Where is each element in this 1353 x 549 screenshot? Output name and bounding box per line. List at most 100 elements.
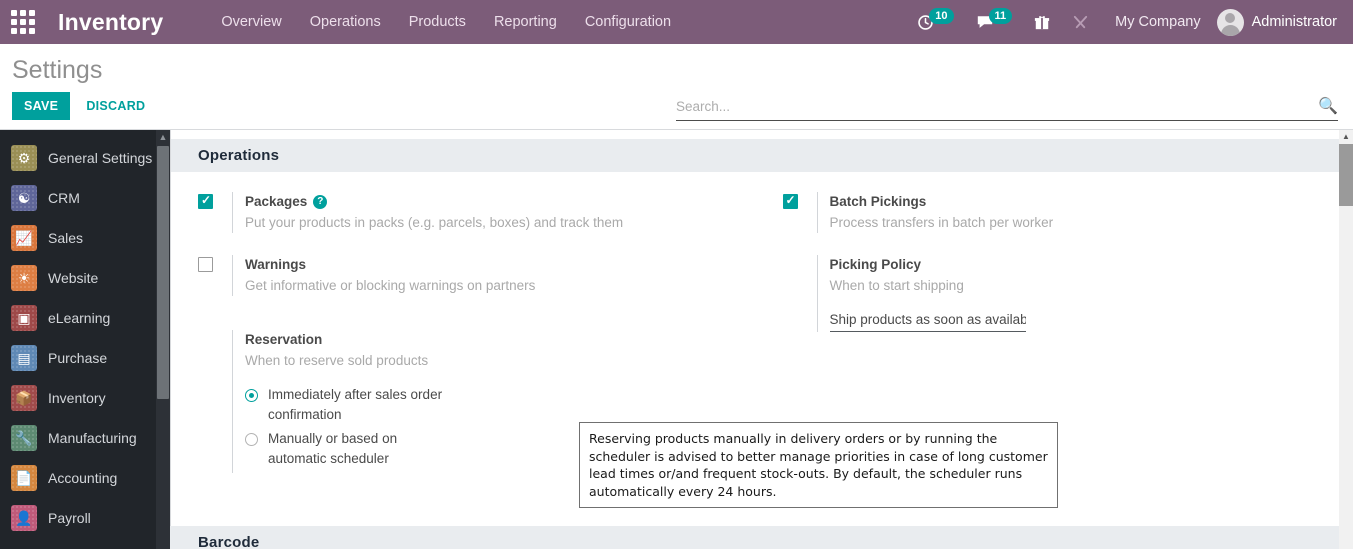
warnings-title: Warnings	[245, 257, 307, 272]
activities-count-badge: 10	[929, 8, 954, 24]
picking-policy-select[interactable]: Ship products as soon as available When …	[829, 310, 1026, 332]
reservation-tooltip: Reserving products manually in delivery …	[579, 422, 1058, 508]
sidebar-item-general-settings[interactable]: ⚙ General Settings	[0, 138, 170, 178]
sidebar-scrollbar-thumb[interactable]	[157, 146, 169, 399]
reservation-option-immediate[interactable]: Immediately after sales order confirmati…	[245, 385, 755, 425]
sidebar-item-website[interactable]: ☀ Website	[0, 258, 170, 298]
section-header-operations: Operations	[170, 139, 1339, 172]
sidebar-item-label: eLearning	[48, 310, 111, 326]
section-header-barcode: Barcode	[170, 526, 1339, 549]
sidebar-item-accounting[interactable]: 📄 Accounting	[0, 458, 170, 498]
user-avatar-icon	[1216, 8, 1244, 36]
topbar-right-tools: 10 11 My Company Administrator	[907, 0, 1353, 44]
apps-grid-icon[interactable]	[0, 0, 46, 44]
sidebar-item-label: CRM	[48, 190, 80, 206]
packages-title: Packages	[245, 194, 308, 209]
control-panel: Settings SAVE DISCARD 🔍	[0, 44, 1353, 130]
packages-checkbox[interactable]	[198, 192, 213, 209]
warnings-title-row: Warnings	[245, 255, 755, 274]
menu-item-operations[interactable]: Operations	[296, 1, 395, 43]
packages-title-row: Packages ?	[245, 192, 755, 211]
user-menu[interactable]: Administrator	[1216, 8, 1343, 36]
settings-app-sidebar: ⚙ General Settings ☯ CRM 📈 Sales ☀ Websi…	[0, 130, 170, 549]
sidebar-item-purchase[interactable]: ▤ Purchase	[0, 338, 170, 378]
handshake-icon: ☯	[11, 185, 37, 211]
user-name-label: Administrator	[1251, 14, 1337, 30]
discard-button[interactable]: DISCARD	[76, 92, 155, 120]
content-scrollbar[interactable]: ▲	[1339, 130, 1353, 549]
sidebar-item-label: General Settings	[48, 150, 153, 166]
content-scrollbar-thumb[interactable]	[1339, 144, 1353, 206]
top-navbar: Inventory Overview Operations Products R…	[0, 0, 1353, 44]
chevron-up-icon[interactable]: ▲	[156, 131, 170, 144]
menu-item-overview[interactable]: Overview	[207, 1, 295, 43]
messages-button[interactable]: 11	[966, 0, 1023, 44]
messages-count-badge: 11	[988, 8, 1013, 24]
wrench-icon: 🔧	[11, 425, 37, 451]
packages-text: Packages ? Put your products in packs (e…	[232, 192, 755, 233]
batch-pickings-description: Process transfers in batch per worker	[829, 215, 1054, 230]
search-icon[interactable]: 🔍	[1312, 96, 1338, 116]
reservation-radio-manual[interactable]	[245, 433, 258, 446]
reservation-label-immediate: Immediately after sales order confirmati…	[268, 387, 443, 422]
sidebar-item-label: Payroll	[48, 510, 91, 526]
globe-icon: ☀	[11, 265, 37, 291]
sidebar-scrollbar[interactable]: ▲	[156, 130, 170, 549]
sidebar-item-crm[interactable]: ☯ CRM	[0, 178, 170, 218]
scroll-up-icon[interactable]: ▲	[1339, 130, 1353, 144]
sidebar-item-payroll[interactable]: 👤 Payroll	[0, 498, 170, 538]
packages-description: Put your products in packs (e.g. parcels…	[245, 215, 624, 230]
sidebar-item-label: Sales	[48, 230, 84, 246]
setting-warnings: Warnings Get informative or blocking war…	[198, 255, 755, 296]
sidebar-item-label: Inventory	[48, 390, 106, 406]
app-brand-title[interactable]: Inventory	[58, 9, 163, 36]
action-buttons: SAVE DISCARD	[12, 92, 155, 120]
menu-item-reporting[interactable]: Reporting	[480, 1, 571, 43]
picking-policy-text: Picking Policy When to start shipping Sh…	[816, 255, 1340, 332]
sidebar-item-label: Accounting	[48, 470, 118, 486]
menu-item-configuration[interactable]: Configuration	[571, 1, 685, 43]
setting-batch-pickings: Batch Pickings Process transfers in batc…	[782, 192, 1340, 233]
setting-picking-policy: Picking Policy When to start shipping Sh…	[783, 255, 1340, 332]
search-bar: 🔍	[676, 96, 1338, 121]
reservation-description: When to reserve sold products	[245, 353, 429, 368]
reservation-title: Reservation	[245, 332, 323, 347]
activities-button[interactable]: 10	[907, 0, 963, 44]
settings-content: Operations Packages ? Put your	[170, 130, 1353, 549]
search-input[interactable]	[676, 98, 1313, 114]
sidebar-item-sales[interactable]: 📈 Sales	[0, 218, 170, 258]
setting-packages: Packages ? Put your products in packs (e…	[198, 192, 755, 233]
warnings-checkbox[interactable]	[198, 257, 213, 272]
sidebar-item-label: Purchase	[48, 350, 108, 366]
sidebar-item-manufacturing[interactable]: 🔧 Manufacturing	[0, 418, 170, 458]
warnings-control	[198, 255, 232, 296]
question-help-icon[interactable]: ?	[313, 194, 328, 209]
picking-policy-description: When to start shipping	[829, 278, 964, 293]
presentation-icon: ▣	[11, 305, 37, 331]
apps-grid-glyph	[11, 10, 35, 34]
body-wrapper: ⚙ General Settings ☯ CRM 📈 Sales ☀ Websi…	[0, 130, 1353, 549]
card-icon: ▤	[11, 345, 37, 371]
sidebar-item-label: Website	[48, 270, 99, 286]
box-icon: 📦	[11, 385, 37, 411]
company-selector[interactable]: My Company	[1101, 14, 1214, 30]
menu-item-products[interactable]: Products	[395, 1, 480, 43]
gift-button[interactable]	[1024, 0, 1060, 44]
gear-icon: ⚙	[11, 145, 37, 171]
reservation-radio-immediate[interactable]	[245, 389, 258, 402]
person-badge-icon: 👤	[11, 505, 37, 531]
picking-policy-select-wrap: Ship products as soon as available When …	[829, 310, 1340, 332]
chart-line-icon: 📈	[11, 225, 37, 251]
sidebar-item-elearning[interactable]: ▣ eLearning	[0, 298, 170, 338]
tools-button[interactable]	[1062, 0, 1099, 44]
main-menu: Overview Operations Products Reporting C…	[207, 1, 685, 43]
batch-pickings-checkbox[interactable]	[782, 192, 798, 209]
sidebar-item-label: Manufacturing	[48, 430, 137, 446]
sidebar-item-inventory[interactable]: 📦 Inventory	[0, 378, 170, 418]
warnings-description: Get informative or blocking warnings on …	[245, 278, 536, 293]
gift-box-icon	[1035, 15, 1050, 29]
save-button[interactable]: SAVE	[12, 92, 71, 120]
page-title: Settings	[12, 56, 103, 84]
warnings-text: Warnings Get informative or blocking war…	[232, 255, 755, 296]
invoice-icon: 📄	[11, 465, 37, 491]
